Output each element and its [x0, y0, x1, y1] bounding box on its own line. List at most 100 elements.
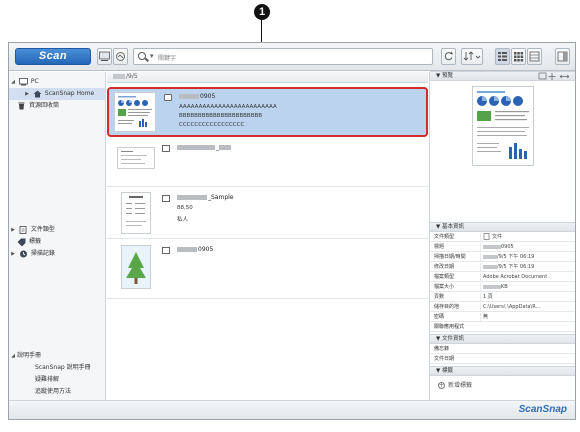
- sidebar-item-troubleshooting[interactable]: 疑難排解: [9, 374, 106, 386]
- view-pc-button[interactable]: [97, 48, 112, 65]
- file-row[interactable]: _: [107, 139, 428, 187]
- prop-key: 標題: [434, 244, 445, 250]
- tags-label: 標籤: [441, 368, 453, 374]
- collapse-icon[interactable]: ◢: [9, 76, 17, 88]
- sort-button[interactable]: [461, 48, 483, 65]
- prop-key: 密碼: [434, 314, 445, 320]
- sample-doc-thumb: [126, 196, 146, 226]
- scan-button[interactable]: Scan: [15, 48, 91, 65]
- prop-value: C:\Users\ \AppData\R...: [480, 303, 575, 312]
- prop-value: 無: [480, 313, 575, 322]
- sidebar-item-label: 文件類型: [30, 226, 55, 233]
- doc-info-label: 文件資訊: [441, 336, 464, 342]
- pdf-file-icon: [164, 94, 172, 101]
- toolbar: Scan ▾ 關鍵字: [9, 43, 575, 71]
- prop-key: 文件類型: [434, 234, 455, 240]
- tree-photo-thumb: [122, 246, 150, 288]
- sidebar-item-howto[interactable]: 追蹤使用方法: [9, 386, 106, 398]
- prop-row: 備忘錄: [430, 345, 575, 354]
- sidebar-item-trash[interactable]: 資源回收筒: [9, 100, 106, 112]
- prop-value: KB: [480, 283, 575, 292]
- file-list: /9/5 0905 AAAAAAAAAAAAAAAAAAAAAAAAA BBBB…: [107, 72, 428, 400]
- file-text-line: AAAAAAAAAAAAAAAAAAAAAAAAA: [179, 104, 277, 110]
- sidebar-item-label: 追蹤使用方法: [35, 388, 72, 395]
- sidebar-item-doc-types[interactable]: ▶ 文件類型: [9, 224, 106, 236]
- prop-key: 備忘錄: [434, 346, 450, 352]
- prop-row: 密碼 無: [430, 313, 575, 322]
- detail-view-icon: [529, 51, 540, 62]
- list-view-icon: [498, 52, 507, 61]
- tags-header[interactable]: ▼ 標籤: [430, 366, 575, 376]
- prop-key: 文件日期: [434, 356, 455, 362]
- search-dropdown-icon[interactable]: ▾: [150, 52, 154, 60]
- file-text-line: BBBBBBBBBBBBBBBBBBBBBB: [179, 113, 263, 119]
- sidebar-item-label: 說明手冊: [17, 352, 42, 359]
- file-row[interactable]: _Sample 88,50 私人: [107, 189, 428, 239]
- search-placeholder: 關鍵字: [158, 55, 177, 62]
- add-tag-label: 新增標籤: [448, 382, 473, 389]
- prop-row: 關聯應用程式: [430, 323, 575, 332]
- prop-row: 檔案類型 Adobe Acrobat Document: [430, 273, 575, 282]
- add-tag-button[interactable]: + 新增標籤: [438, 380, 472, 389]
- prop-key: 修改日期: [434, 264, 455, 270]
- expand-icon[interactable]: ▶: [9, 248, 17, 260]
- prop-key: 檔案類型: [434, 274, 455, 280]
- expand-icon[interactable]: ▶: [23, 88, 31, 100]
- scansnap-home-window: Scan ▾ 關鍵字 ◢ PC ▶ ScanSnap Home 資源回收筒 ▶ …: [8, 42, 576, 420]
- status-bar: ScanSnap: [9, 400, 575, 419]
- preview-image: [472, 86, 534, 166]
- sidebar-item-label: 資源回收筒: [29, 102, 60, 109]
- photo-thumbnail: [121, 245, 151, 289]
- trash-icon: [18, 102, 25, 109]
- file-name: 0905: [177, 246, 213, 253]
- prop-key: 檔案大小: [434, 284, 455, 290]
- prop-key: 掃描日期/時間: [434, 254, 466, 260]
- list-view-button[interactable]: [495, 48, 510, 65]
- file-name: _: [177, 144, 232, 151]
- refresh-icon: [444, 51, 453, 61]
- file-text-line: CCCCCCCCCCCCCCCCC: [179, 122, 245, 128]
- info-panel-button[interactable]: [555, 48, 570, 65]
- prop-row: 修改日期/9/5 下午 06:19: [430, 263, 575, 272]
- prop-value: 1 頁: [480, 293, 575, 302]
- collapse-icon[interactable]: ◢: [9, 350, 17, 362]
- breadcrumb: /9/5: [107, 72, 428, 83]
- sidebar-item-manual[interactable]: ScanSnap 說明手冊: [9, 362, 106, 374]
- prop-row: 文件類型 文件: [430, 233, 575, 242]
- view-cloud-button[interactable]: [113, 48, 128, 65]
- file-row-selected[interactable]: 0905 AAAAAAAAAAAAAAAAAAAAAAAAA BBBBBBBBB…: [107, 87, 428, 137]
- file-name: _Sample: [177, 194, 234, 201]
- sidebar-item-help[interactable]: ◢ 說明手冊: [9, 350, 106, 362]
- thumbnail-view-button[interactable]: [511, 48, 526, 65]
- refresh-button[interactable]: [441, 48, 456, 65]
- doc-info-header[interactable]: ▼ 文件資訊: [430, 334, 575, 344]
- sidebar-item-label: 掃描記錄: [30, 250, 55, 257]
- sidebar-item-history[interactable]: ▶ 掃描記錄: [9, 248, 106, 260]
- prop-key: 關聯應用程式: [434, 324, 465, 330]
- expand-icon[interactable]: ▶: [9, 224, 17, 236]
- panel-icon: [557, 51, 568, 62]
- sidebar-item-pc[interactable]: ◢ PC: [9, 76, 106, 88]
- sidebar-item-label: 疑難排解: [35, 376, 60, 383]
- grid-view-icon: [514, 52, 524, 62]
- detail-view-button[interactable]: [527, 48, 542, 65]
- search-input[interactable]: ▾ 關鍵字: [133, 48, 433, 65]
- document-file-icon: [162, 195, 170, 202]
- pc-icon: [19, 77, 28, 85]
- sidebar-item-tags[interactable]: 標籤: [9, 236, 106, 248]
- sidebar-item-scansnap-home[interactable]: ▶ ScanSnap Home: [9, 88, 106, 100]
- prop-value: /9/5 下午 06:19: [480, 253, 575, 262]
- sidebar-item-label: PC: [30, 78, 39, 85]
- prop-key: 頁數: [434, 294, 445, 300]
- file-row[interactable]: 0905: [107, 241, 428, 299]
- basic-info-header[interactable]: ▼ 基本資訊: [430, 222, 575, 232]
- file-text-line: 88,50: [177, 205, 193, 211]
- pc-icon: [99, 51, 110, 61]
- preview-tools-icons[interactable]: [538, 72, 572, 81]
- file-text-line: 私人: [177, 217, 189, 223]
- tag-icon: [17, 238, 26, 246]
- breadcrumb-path: /9/5: [126, 73, 138, 80]
- document-type-icon: [19, 225, 27, 234]
- callout-number: 1: [254, 4, 270, 20]
- prop-key: 儲存目的地: [434, 304, 460, 310]
